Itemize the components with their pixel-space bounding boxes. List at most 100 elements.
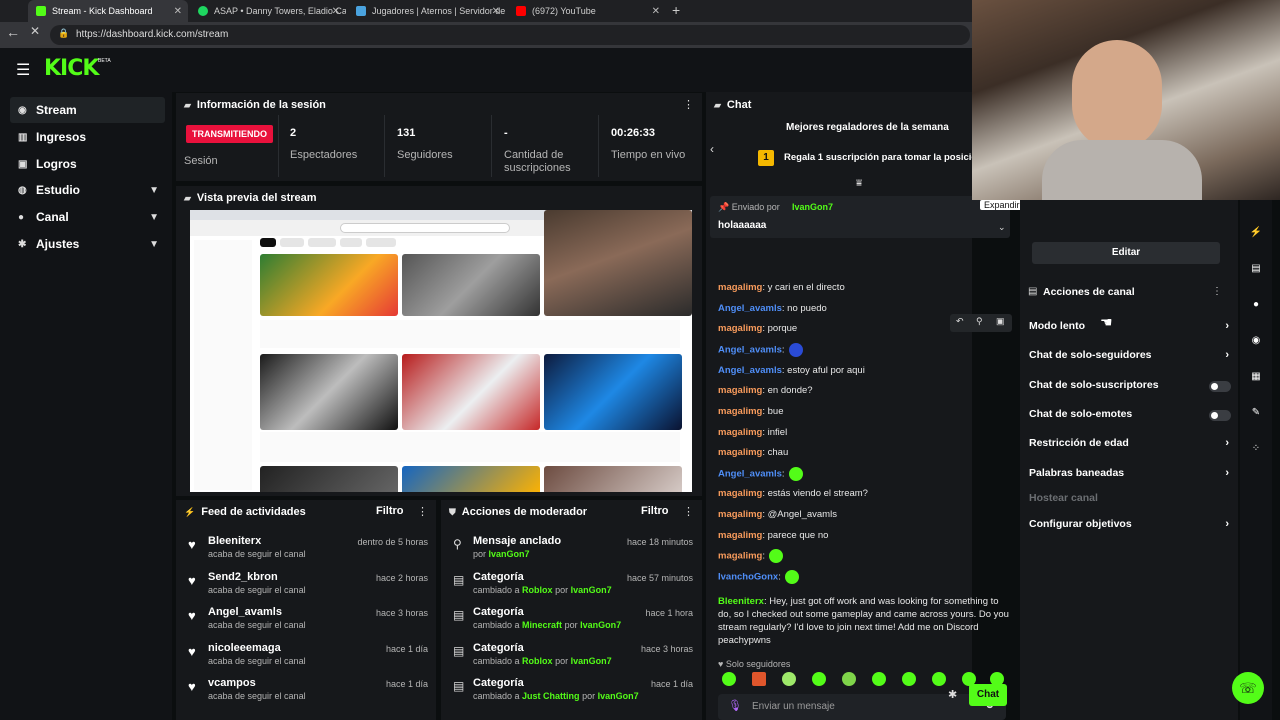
- chat-username[interactable]: Angel_avamls: [718, 303, 782, 314]
- detail-text: por: [555, 585, 569, 595]
- chat-settings-gear-icon[interactable]: ✱: [948, 688, 957, 701]
- detail-highlight[interactable]: IvanGon7: [598, 691, 639, 701]
- chat-username[interactable]: magalimg: [718, 427, 762, 438]
- tab-spotify[interactable]: ASAP • Danny Towers, Eladio Carr ✕: [190, 0, 346, 22]
- feed-item: ♥ vcampos acaba de seguir el canal hace …: [176, 677, 436, 713]
- age-restriction-item[interactable]: Restricción de edad ›: [1029, 437, 1229, 457]
- preview-thumbnail: [260, 254, 398, 316]
- chat-username[interactable]: magalimg: [718, 282, 762, 293]
- chat-username[interactable]: magalimg: [718, 488, 762, 499]
- pinned-user[interactable]: IvanGon7: [792, 202, 833, 212]
- kick-logo[interactable]: KICK: [44, 56, 99, 81]
- chevron-left-icon[interactable]: ‹: [710, 142, 714, 156]
- chat-username[interactable]: magalimg: [718, 385, 762, 396]
- sidebar-item-ingresos[interactable]: ▥ Ingresos: [10, 124, 165, 150]
- chat-panel: ▰ Chat Mejores regaladores de la semana ‹…: [706, 92, 1024, 720]
- apps-icon[interactable]: ⁘: [1244, 436, 1268, 460]
- detail-highlight[interactable]: Roblox: [522, 656, 553, 666]
- chat-username[interactable]: magalimg: [718, 509, 762, 520]
- emote-icon[interactable]: [752, 672, 766, 686]
- detail-highlight[interactable]: IvanGon7: [580, 620, 621, 630]
- detail-text: cambiado a: [473, 656, 520, 666]
- send-chat-button[interactable]: Chat: [969, 684, 1007, 706]
- close-icon[interactable]: ✕: [492, 6, 500, 17]
- feed-username[interactable]: Send2_kbron: [208, 571, 278, 583]
- close-icon[interactable]: ✕: [174, 6, 182, 17]
- chat-username[interactable]: Angel_avamls: [718, 469, 782, 480]
- detail-highlight[interactable]: IvanGon7: [489, 549, 530, 559]
- kebab-menu-icon[interactable]: ⋮: [417, 505, 428, 518]
- chat-text: : infiel: [762, 427, 788, 438]
- support-headset-icon[interactable]: ☏: [1232, 672, 1264, 704]
- collapse-icon[interactable]: ⩸: [856, 178, 862, 189]
- filter-button[interactable]: Filtro: [376, 505, 404, 517]
- close-icon[interactable]: ✕: [332, 6, 340, 17]
- chat-username[interactable]: Angel_avamls: [718, 345, 782, 356]
- slow-mode-item[interactable]: Modo lento ›: [1029, 320, 1229, 340]
- chat-bubble-icon[interactable]: ●: [1244, 292, 1268, 316]
- emote-icon[interactable]: [842, 672, 856, 686]
- new-tab-plus-icon[interactable]: +: [672, 2, 680, 18]
- chat-username[interactable]: magalimg: [718, 530, 762, 541]
- microphone-icon[interactable]: 🎙: [728, 699, 742, 712]
- chat-username[interactable]: magalimg: [718, 551, 762, 562]
- chevron-down-icon[interactable]: ⌄: [998, 222, 1006, 233]
- wrench-icon[interactable]: ✎: [1244, 400, 1268, 424]
- chat-username[interactable]: Angel_avamls: [718, 365, 782, 376]
- kebab-menu-icon[interactable]: ⋮: [683, 505, 694, 518]
- chat-username[interactable]: IvanchoGonx: [718, 572, 778, 583]
- detail-highlight[interactable]: IvanGon7: [571, 585, 612, 595]
- followers-only-item[interactable]: Chat de solo-seguidores ›: [1029, 349, 1229, 369]
- tab-kick-dashboard[interactable]: Stream - Kick Dashboard ✕: [28, 0, 188, 22]
- sidebar-item-estudio[interactable]: ◍ Estudio ▼: [10, 177, 165, 203]
- sidebar-item-canal[interactable]: ● Canal ▼: [10, 204, 165, 230]
- address-bar[interactable]: 🔒 https://dashboard.kick.com/stream: [50, 25, 970, 45]
- preview-search-box: [340, 223, 510, 233]
- chat-username[interactable]: magalimg: [718, 323, 762, 334]
- subscribers-only-toggle[interactable]: [1209, 381, 1231, 392]
- filter-button[interactable]: Filtro: [641, 505, 669, 517]
- detail-highlight[interactable]: Roblox: [522, 585, 553, 595]
- lightning-icon[interactable]: ⚡: [1244, 220, 1268, 244]
- chat-username[interactable]: Bleeniterx: [718, 596, 764, 607]
- emote-icon[interactable]: [902, 672, 916, 686]
- back-arrow-icon[interactable]: ←: [6, 24, 20, 40]
- stream-preview-video[interactable]: [190, 210, 692, 492]
- detail-highlight[interactable]: Just Chatting: [522, 691, 580, 701]
- item-label: Palabras baneadas: [1029, 467, 1125, 479]
- gift-sub-prompt[interactable]: Regala 1 suscripción para tomar la posic…: [784, 152, 991, 163]
- emote-icon[interactable]: [932, 672, 946, 686]
- tab-youtube[interactable]: (6972) YouTube ✕: [508, 0, 666, 22]
- layout-icon[interactable]: ▦: [1244, 364, 1268, 388]
- feed-username[interactable]: Angel_avamls: [208, 606, 282, 618]
- sidebar-item-stream[interactable]: ◉ Stream: [10, 97, 165, 123]
- detail-highlight[interactable]: IvanGon7: [571, 656, 612, 666]
- detail-highlight[interactable]: Minecraft: [522, 620, 562, 630]
- kebab-menu-icon[interactable]: ⋮: [1212, 286, 1222, 297]
- emote-icon[interactable]: [722, 672, 736, 686]
- sidebar-item-logros[interactable]: ▣ Logros: [10, 151, 165, 177]
- chat-message: Angel_avamls:: [718, 343, 1000, 357]
- hamburger-menu-icon[interactable]: ☰: [16, 60, 30, 80]
- emote-icon[interactable]: [782, 672, 796, 686]
- emote-icon[interactable]: [812, 672, 826, 686]
- tab-aternos[interactable]: Jugadores | Aternos | Servidor de ✕: [348, 0, 506, 22]
- feed-username[interactable]: Bleeniterx: [208, 535, 261, 547]
- configure-goals-item[interactable]: Configurar objetivos ›: [1029, 518, 1229, 538]
- banned-words-item[interactable]: Palabras baneadas ›: [1029, 467, 1229, 487]
- emote-icon[interactable]: [872, 672, 886, 686]
- broadcast-icon[interactable]: ◉: [1244, 328, 1268, 352]
- edit-button[interactable]: Editar: [1032, 242, 1220, 264]
- chat-username[interactable]: magalimg: [718, 447, 762, 458]
- close-icon[interactable]: ✕: [652, 6, 660, 17]
- chat-username[interactable]: magalimg: [718, 406, 762, 417]
- emotes-only-toggle[interactable]: [1209, 410, 1231, 421]
- kebab-menu-icon[interactable]: ⋮: [683, 98, 694, 111]
- chat-input[interactable]: 🎙 Enviar un mensaje ☻: [718, 694, 1006, 720]
- feed-item: ♥ Bleeniterx acaba de seguir el canal de…: [176, 535, 436, 571]
- sidebar-item-ajustes[interactable]: ✱ Ajustes ▼: [10, 231, 165, 257]
- feed-username[interactable]: vcampos: [208, 677, 256, 689]
- document-icon[interactable]: ▤: [1244, 256, 1268, 280]
- feed-username[interactable]: nicoleeemaga: [208, 642, 281, 654]
- reload-icon[interactable]: ✕: [30, 24, 40, 38]
